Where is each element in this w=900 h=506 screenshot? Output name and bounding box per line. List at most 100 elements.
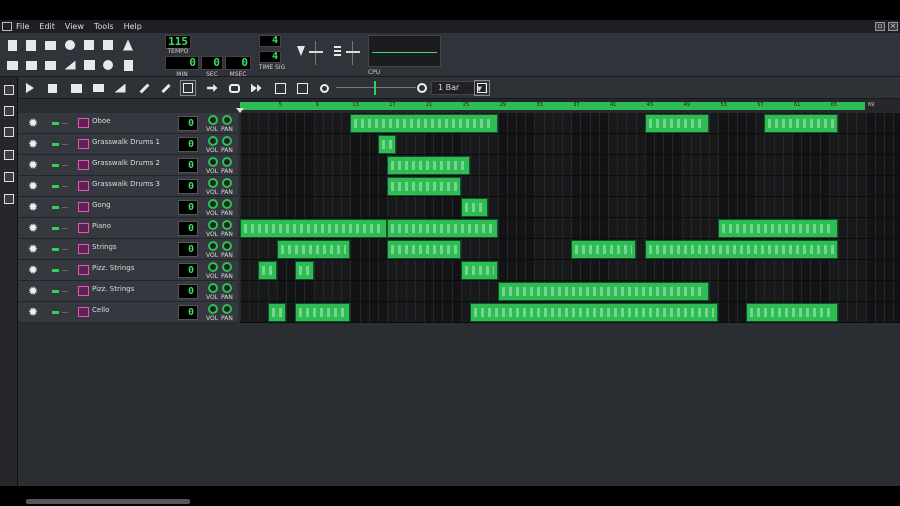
- new-file-icon[interactable]: [4, 37, 20, 53]
- stop-icon[interactable]: [44, 80, 60, 96]
- mute-toggle[interactable]: [52, 164, 59, 167]
- track-row[interactable]: ✹ Cello 0 VOL PAN: [18, 302, 238, 323]
- pattern-clip[interactable]: [387, 156, 470, 175]
- my-samples-icon[interactable]: [4, 127, 14, 137]
- track-name[interactable]: Grasswalk Drums 2: [92, 159, 160, 167]
- pattern-clip[interactable]: [276, 240, 351, 259]
- pattern-clip[interactable]: [267, 303, 286, 322]
- gear-icon[interactable]: ✹: [28, 180, 38, 192]
- pan-knob[interactable]: [222, 157, 232, 167]
- insert-bar-icon[interactable]: [272, 80, 288, 96]
- gear-icon[interactable]: ✹: [28, 159, 38, 171]
- track-name[interactable]: Grasswalk Drums 3: [92, 180, 160, 188]
- mute-toggle[interactable]: [52, 311, 59, 314]
- song-editor-icon[interactable]: [4, 57, 20, 73]
- track-row[interactable]: ✹ Grasswalk Drums 1 0 VOL PAN: [18, 134, 238, 155]
- mute-toggle[interactable]: [52, 143, 59, 146]
- track-name[interactable]: Strings: [92, 243, 117, 251]
- instrument-icon[interactable]: [78, 307, 89, 317]
- pattern-clip[interactable]: [497, 282, 710, 301]
- controller-rack-icon[interactable]: [100, 57, 116, 73]
- select-mode-icon[interactable]: [180, 80, 196, 96]
- root-directory-icon[interactable]: [4, 194, 14, 204]
- volume-knob[interactable]: [208, 157, 218, 167]
- pattern-clip[interactable]: [764, 114, 838, 133]
- solo-toggle[interactable]: [62, 228, 68, 229]
- pan-knob[interactable]: [222, 304, 232, 314]
- track-name[interactable]: Pizz. Strings: [92, 285, 134, 293]
- solo-toggle[interactable]: [62, 291, 68, 292]
- timesig-numerator-lcd[interactable]: 4: [259, 35, 281, 47]
- track-name[interactable]: Pizz. Strings: [92, 264, 134, 272]
- volume-knob[interactable]: [208, 136, 218, 146]
- my-projects-icon[interactable]: [4, 106, 14, 116]
- open-file-icon[interactable]: [42, 37, 58, 53]
- mute-toggle[interactable]: [52, 185, 59, 188]
- pan-knob[interactable]: [222, 199, 232, 209]
- knife-mode-icon[interactable]: [158, 80, 174, 96]
- volume-knob[interactable]: [208, 304, 218, 314]
- instrument-icon[interactable]: [78, 160, 89, 170]
- volume-knob[interactable]: [208, 283, 218, 293]
- pan-knob[interactable]: [222, 262, 232, 272]
- pattern-clip[interactable]: [470, 303, 719, 322]
- instrument-icon[interactable]: [78, 202, 89, 212]
- pattern-clip[interactable]: [350, 114, 498, 133]
- volume-knob[interactable]: [208, 115, 218, 125]
- mute-toggle[interactable]: [52, 206, 59, 209]
- gear-icon[interactable]: ✹: [28, 264, 38, 276]
- automation-editor-icon[interactable]: [62, 57, 78, 73]
- pan-knob[interactable]: [222, 220, 232, 230]
- solo-toggle[interactable]: [62, 165, 68, 166]
- close-icon[interactable]: ×: [888, 22, 898, 31]
- instrument-icon[interactable]: [78, 118, 89, 128]
- gear-icon[interactable]: ✹: [28, 243, 38, 255]
- add-beat-track-icon[interactable]: [68, 80, 84, 96]
- pattern-clip[interactable]: [387, 240, 461, 259]
- track-name[interactable]: Cello: [92, 306, 109, 314]
- pattern-clip[interactable]: [571, 240, 636, 259]
- pattern-clip[interactable]: [295, 303, 351, 322]
- gear-icon[interactable]: ✹: [28, 201, 38, 213]
- pattern-clip[interactable]: [378, 135, 397, 154]
- add-sample-track-icon[interactable]: [90, 80, 106, 96]
- piano-roll-icon[interactable]: [42, 57, 58, 73]
- solo-toggle[interactable]: [62, 186, 68, 187]
- menu-file[interactable]: File: [16, 22, 29, 31]
- track-name[interactable]: Gong: [92, 201, 111, 209]
- volume-knob[interactable]: [208, 178, 218, 188]
- pattern-clip[interactable]: [258, 261, 277, 280]
- open-recent-icon[interactable]: [62, 37, 78, 53]
- track-row[interactable]: ✹ Grasswalk Drums 3 0 VOL PAN: [18, 176, 238, 197]
- solo-toggle[interactable]: [62, 249, 68, 250]
- solo-toggle[interactable]: [62, 123, 68, 124]
- restore-icon[interactable]: ▫: [875, 22, 885, 31]
- loop-points-icon[interactable]: [226, 80, 242, 96]
- timeline[interactable]: 5 9 13 17 21 25 29 33 37 41 45 49 53 57 61 65 69: [236, 99, 900, 113]
- gear-icon[interactable]: ✹: [28, 285, 38, 297]
- pattern-clip[interactable]: [644, 114, 710, 133]
- volume-knob[interactable]: [208, 241, 218, 251]
- track-row[interactable]: ✹ Gong 0 VOL PAN: [18, 197, 238, 218]
- pattern-clip[interactable]: [460, 198, 489, 217]
- mute-toggle[interactable]: [52, 269, 59, 272]
- solo-toggle[interactable]: [62, 207, 68, 208]
- gear-icon[interactable]: ✹: [28, 222, 38, 234]
- timesig-denominator-lcd[interactable]: 4: [259, 51, 281, 63]
- mute-toggle[interactable]: [52, 122, 59, 125]
- track-row[interactable]: ✹ Oboe 0 VOL PAN: [18, 113, 238, 134]
- track-row[interactable]: ✹ Pizz. Strings 0 VOL PAN: [18, 260, 238, 281]
- instrument-plugins-icon[interactable]: [4, 85, 14, 95]
- save-icon[interactable]: [81, 37, 97, 53]
- mute-toggle[interactable]: [52, 227, 59, 230]
- track-name[interactable]: Oboe: [92, 117, 111, 125]
- pattern-clip[interactable]: [387, 219, 498, 238]
- track-name[interactable]: Piano: [92, 222, 111, 230]
- auto-scroll-icon[interactable]: [204, 80, 220, 96]
- gear-icon[interactable]: ✹: [28, 138, 38, 150]
- mute-toggle[interactable]: [52, 248, 59, 251]
- pan-knob[interactable]: [222, 136, 232, 146]
- menu-help[interactable]: Help: [124, 22, 142, 31]
- instrument-icon[interactable]: [78, 265, 89, 275]
- solo-toggle[interactable]: [62, 270, 68, 271]
